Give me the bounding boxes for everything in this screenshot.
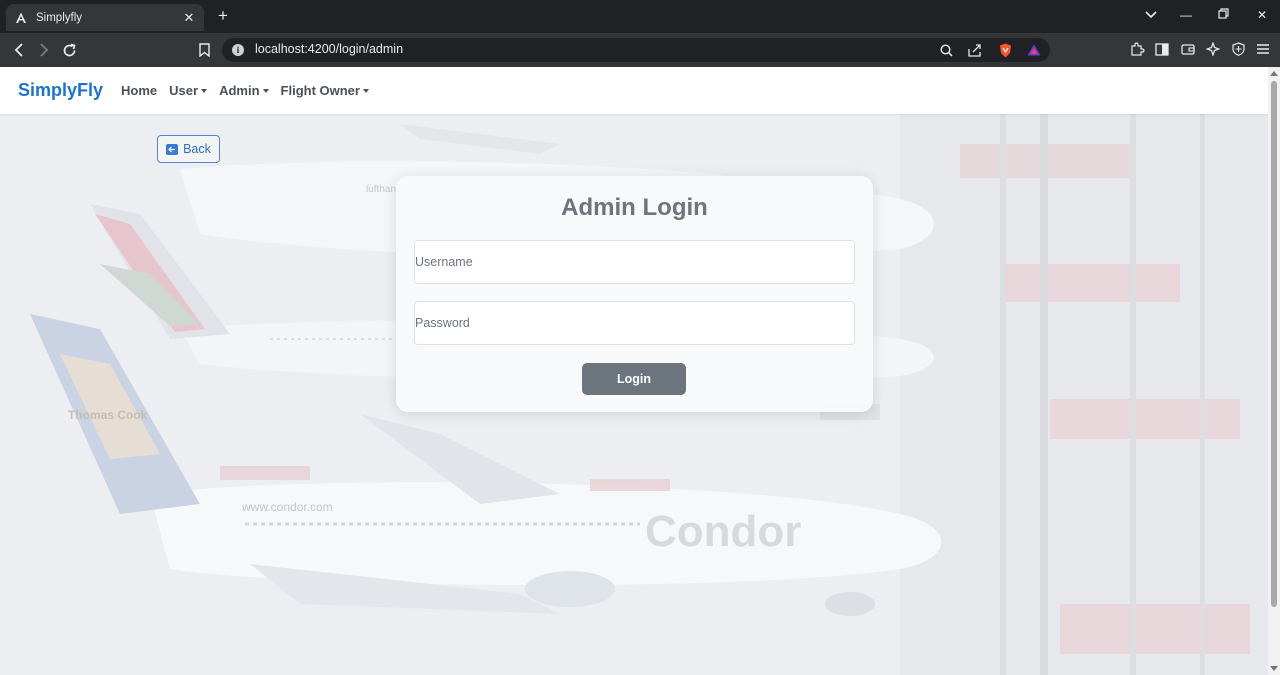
page-viewport: SimplyFly Home User Admin Flight Owner l… xyxy=(0,67,1268,675)
tab-title: Simplyfly xyxy=(36,11,83,24)
browser-tab-bar: Simplyfly ✕ + — ✕ xyxy=(0,0,1280,33)
app-navbar: SimplyFly Home User Admin Flight Owner xyxy=(0,67,1268,114)
wallet-icon[interactable] xyxy=(1180,41,1196,57)
background-thomas-cook-text: Thomas Cook xyxy=(68,408,148,422)
scroll-up-arrow-icon[interactable] xyxy=(1270,71,1278,76)
background-condor-url-text: www.condor.com xyxy=(241,500,333,514)
share-icon[interactable] xyxy=(967,42,983,58)
nav-admin-label: Admin xyxy=(219,83,260,98)
nav-flight-owner-dropdown[interactable]: Flight Owner xyxy=(281,83,369,98)
brand-logo[interactable]: SimplyFly xyxy=(18,80,103,101)
nav-home-label: Home xyxy=(121,83,158,98)
back-button[interactable]: Back xyxy=(157,135,220,163)
page-title: Admin Login xyxy=(561,194,708,221)
tab-search-chevron-icon[interactable] xyxy=(1143,8,1159,22)
back-nav-icon[interactable] xyxy=(10,41,28,59)
reload-icon[interactable] xyxy=(60,41,78,59)
angular-favicon-icon xyxy=(14,11,28,25)
zoom-icon[interactable] xyxy=(938,42,954,58)
brave-rewards-icon[interactable] xyxy=(1026,42,1042,58)
nav-admin-dropdown[interactable]: Admin xyxy=(219,83,269,98)
close-window-icon[interactable]: ✕ xyxy=(1254,8,1270,22)
leo-ai-icon[interactable] xyxy=(1205,41,1221,57)
close-tab-icon[interactable]: ✕ xyxy=(182,10,196,26)
vpn-icon[interactable] xyxy=(1230,41,1246,57)
extensions-icon[interactable] xyxy=(1129,41,1145,57)
browser-tab[interactable]: Simplyfly ✕ xyxy=(6,4,204,31)
caret-down-icon xyxy=(262,88,269,93)
login-button[interactable]: Login xyxy=(582,363,686,395)
nav-flight-owner-label: Flight Owner xyxy=(280,83,360,98)
sidebar-icon[interactable] xyxy=(1154,41,1170,57)
brave-shields-icon[interactable] xyxy=(997,42,1013,58)
background-condor-text: Condor xyxy=(645,507,801,556)
nav-user-dropdown[interactable]: User xyxy=(169,83,208,98)
site-info-icon[interactable]: i xyxy=(232,44,244,56)
password-input[interactable] xyxy=(414,301,855,345)
forward-nav-icon[interactable] xyxy=(35,41,53,59)
admin-login-card: Admin Login Login xyxy=(396,176,873,412)
page-scrollbar[interactable] xyxy=(1268,67,1280,675)
back-arrow-icon xyxy=(166,143,179,155)
menu-icon[interactable] xyxy=(1255,41,1271,57)
scroll-thumb[interactable] xyxy=(1271,81,1277,607)
caret-down-icon xyxy=(362,88,369,93)
address-url: localhost:4200/login/admin xyxy=(255,42,404,56)
scroll-down-arrow-icon[interactable] xyxy=(1270,666,1278,671)
back-button-label: Back xyxy=(183,142,211,156)
restore-icon[interactable] xyxy=(1215,8,1231,22)
address-bar[interactable]: i localhost:4200/login/admin xyxy=(222,38,1050,62)
username-input[interactable] xyxy=(414,240,855,284)
nav-user-label: User xyxy=(169,83,199,98)
new-tab-icon[interactable]: + xyxy=(214,6,232,26)
minimize-icon[interactable]: — xyxy=(1178,8,1194,22)
nav-home[interactable]: Home xyxy=(121,83,157,98)
browser-toolbar: i localhost:4200/login/admin xyxy=(0,33,1280,67)
caret-down-icon xyxy=(201,88,208,93)
bookmark-icon[interactable] xyxy=(195,41,213,59)
